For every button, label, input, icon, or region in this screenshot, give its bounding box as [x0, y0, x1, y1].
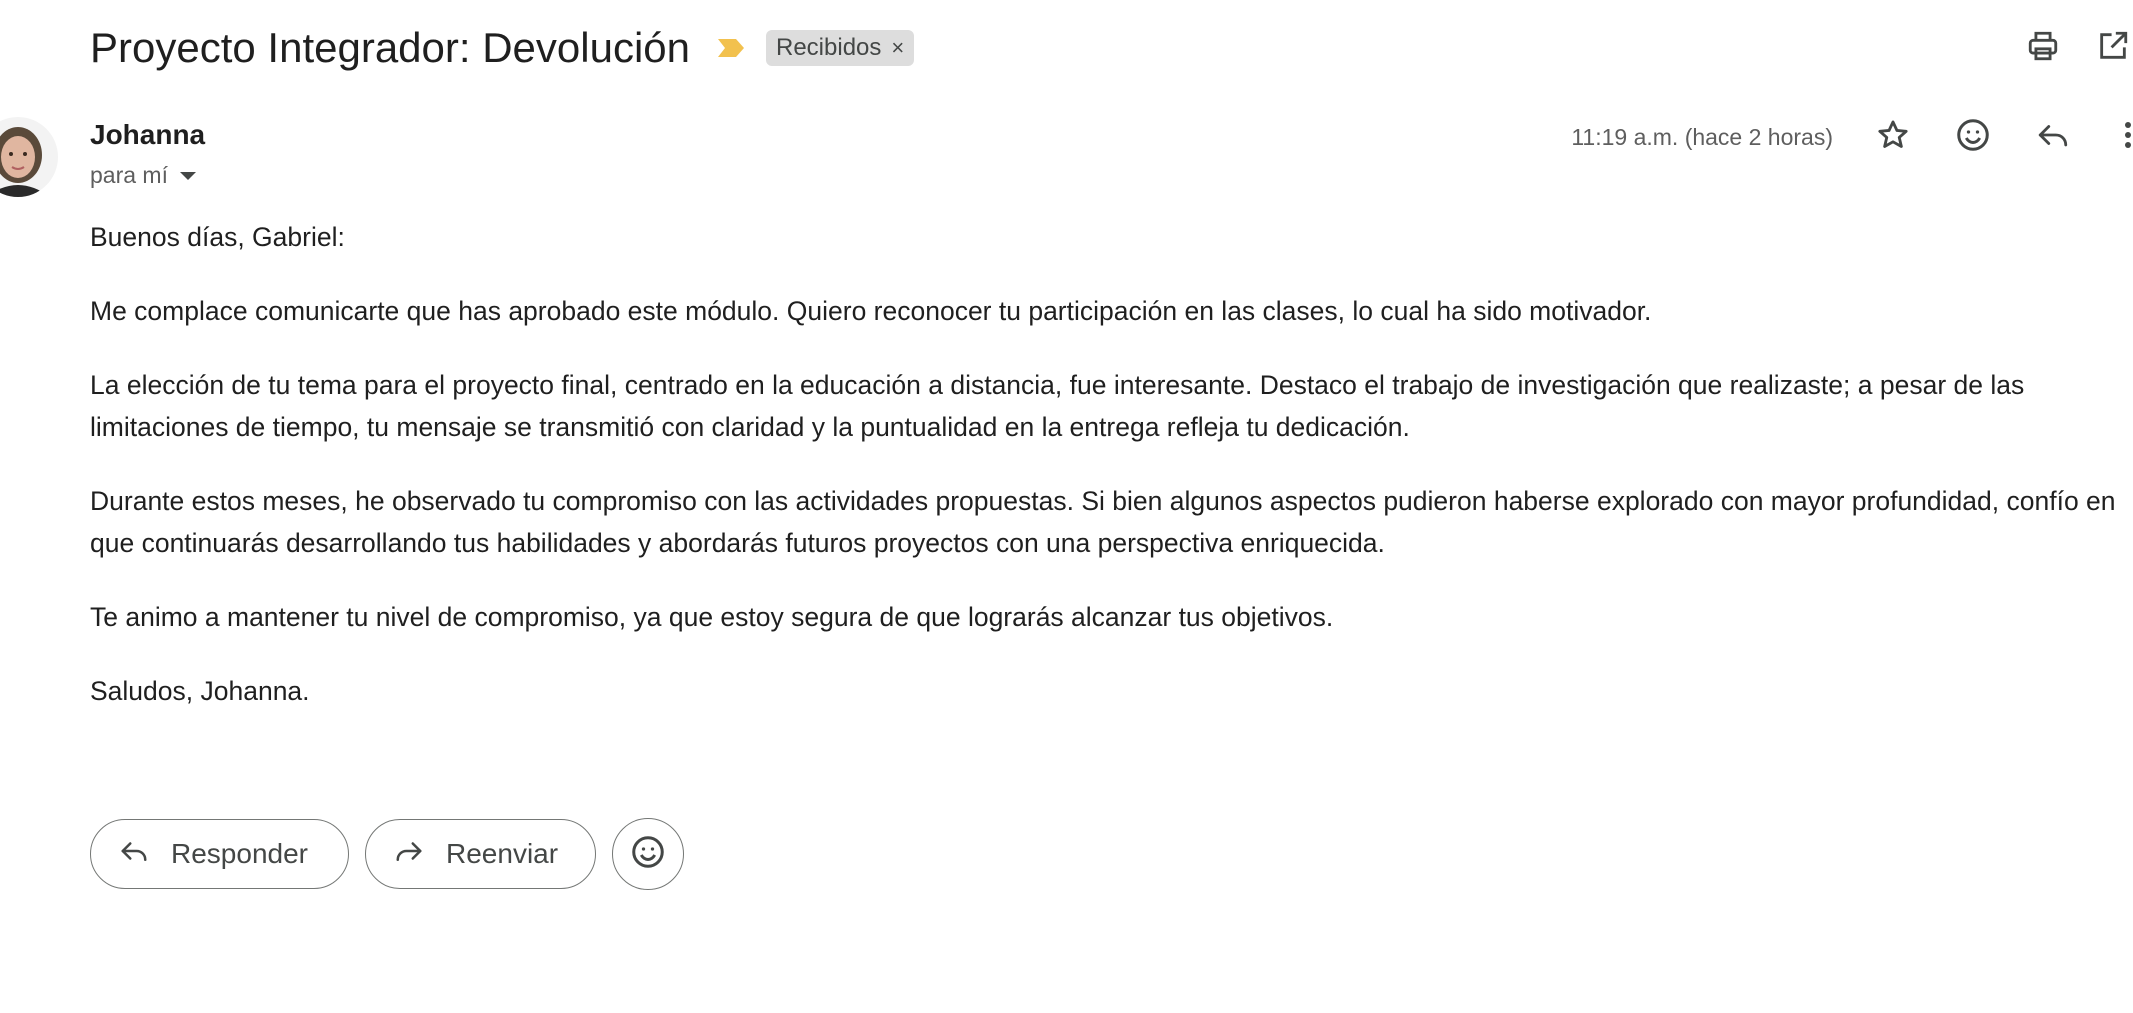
body-greeting: Buenos días, Gabriel: [90, 222, 345, 252]
add-reaction-button[interactable] [1953, 117, 1993, 157]
forward-label: Reenviar [446, 838, 559, 869]
reply-button[interactable] [2033, 117, 2073, 157]
emoji-icon [1955, 117, 1991, 158]
body-signature: Saludos, Johanna. [90, 676, 310, 706]
star-button[interactable] [1873, 117, 1913, 157]
printer-icon [2026, 29, 2060, 68]
open-in-new-window-button[interactable] [2093, 28, 2133, 68]
recipient-details-toggle[interactable]: para mí [90, 162, 196, 189]
body-paragraph: Te animo a mantener tu nivel de compromi… [90, 602, 1334, 632]
body-paragraph: Durante estos meses, he observado tu com… [90, 486, 2116, 558]
emoji-icon [630, 834, 666, 875]
reply-icon [2036, 118, 2070, 157]
open-in-new-icon [2096, 29, 2130, 68]
forward-icon [394, 836, 446, 873]
body-paragraph: Me complace comunicarte que has aprobado… [90, 296, 1652, 326]
reply-pill-button[interactable]: Responder [90, 819, 349, 889]
subject-row: Proyecto Integrador: Devolución Recibido… [90, 18, 915, 78]
chevron-down-icon [179, 171, 196, 180]
sender-name[interactable]: Johanna [90, 119, 205, 151]
more-vert-icon [2123, 120, 2133, 155]
email-subject: Proyecto Integrador: Devolución [90, 24, 690, 71]
top-actions [1993, 28, 2133, 68]
label-chip-text: Recibidos [776, 34, 882, 61]
message-actions: 11:19 a.m. (hace 2 horas) [1571, 117, 2133, 157]
reply-icon [119, 836, 171, 873]
forward-pill-button[interactable]: Reenviar [365, 819, 596, 889]
message-body: Buenos días, Gabriel: Me complace comuni… [90, 216, 2133, 744]
message-timestamp: 11:19 a.m. (hace 2 horas) [1571, 123, 1833, 150]
recipient-text: para mí [90, 162, 168, 188]
label-chip-recibidos[interactable]: Recibidos × [766, 30, 915, 66]
reply-label: Responder [171, 838, 308, 869]
more-options-button[interactable] [2103, 117, 2133, 157]
bottom-actions: Responder Reenviar [90, 818, 684, 890]
print-button[interactable] [2023, 28, 2063, 68]
avatar[interactable] [0, 117, 58, 197]
importance-marker-icon[interactable] [716, 37, 746, 59]
remove-label-button[interactable]: × [891, 35, 904, 61]
star-icon [1876, 118, 1910, 157]
body-paragraph: La elección de tu tema para el proyecto … [90, 370, 2025, 442]
emoji-reaction-button[interactable] [612, 818, 684, 890]
